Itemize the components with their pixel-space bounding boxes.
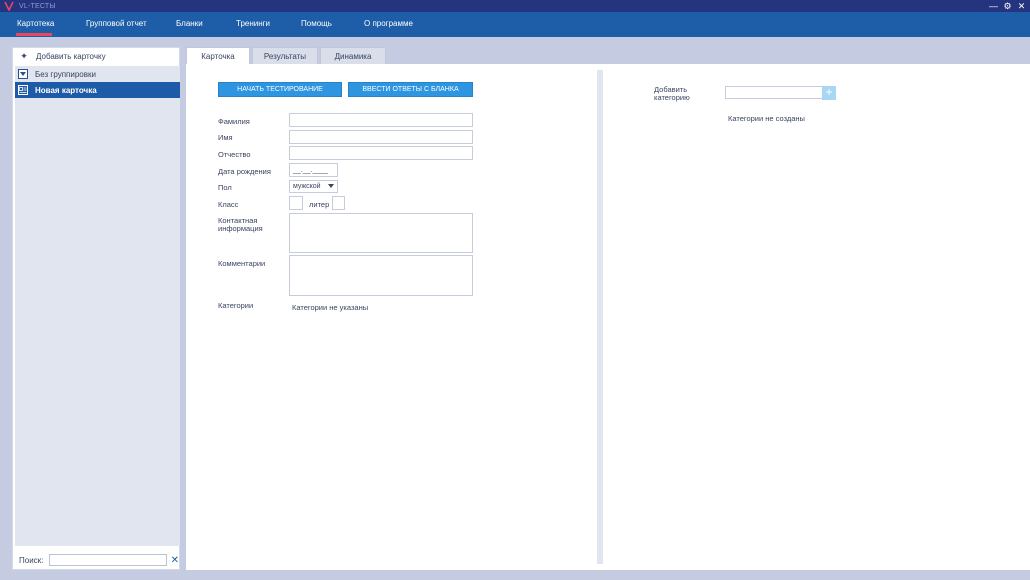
menu-item-about[interactable]: О программе xyxy=(364,19,413,28)
contact-info-textarea[interactable] xyxy=(289,213,473,253)
name-label: Имя xyxy=(218,133,233,142)
card-details-panel: НАЧАТЬ ТЕСТИРОВАНИЕ ВВЕСТИ ОТВЕТЫ С БЛАН… xyxy=(186,64,1030,570)
class-input[interactable] xyxy=(289,196,303,210)
settings-gear-icon[interactable]: ⚙ xyxy=(1003,1,1012,11)
search-input[interactable] xyxy=(49,554,167,566)
menu-item-group-report[interactable]: Групповой отчет xyxy=(86,19,147,28)
list-item-new-card[interactable]: Новая карточка xyxy=(15,82,180,98)
contact-label-line2: информация xyxy=(218,224,263,233)
tab-results[interactable]: Результаты xyxy=(252,47,318,64)
active-menu-indicator xyxy=(16,33,52,36)
menu-item-help[interactable]: Помощь xyxy=(301,19,332,28)
card-label: Новая карточка xyxy=(35,85,97,95)
panel-divider[interactable] xyxy=(597,70,603,564)
main-menu: Картотека Групповой отчет Бланки Тренинг… xyxy=(0,12,1030,37)
add-category-plus-icon[interactable]: + xyxy=(822,86,836,100)
gender-value: мужской xyxy=(293,183,321,190)
group-label: Без группировки xyxy=(35,69,96,79)
comments-textarea[interactable] xyxy=(289,255,473,296)
patronymic-label: Отчество xyxy=(218,150,251,159)
gender-label: Пол xyxy=(218,183,232,192)
menu-item-kartoteka[interactable]: Картотека xyxy=(17,19,54,28)
search-label: Поиск: xyxy=(19,555,44,565)
categories-value: Категории не указаны xyxy=(292,303,369,312)
enter-answers-button[interactable]: ВВЕСТИ ОТВЕТЫ С БЛАНКА xyxy=(348,82,473,97)
minimize-button[interactable]: — xyxy=(989,1,998,11)
close-button[interactable]: ✕ xyxy=(1017,1,1026,11)
app-title: VL-ТЕСТЫ xyxy=(19,2,56,10)
surname-input[interactable] xyxy=(289,113,473,127)
no-categories-text: Категории не созданы xyxy=(728,114,805,123)
card-list: Без группировки Новая карточка xyxy=(15,66,180,546)
add-card-label: Добавить карточку xyxy=(36,51,106,61)
birthdate-input[interactable]: __.__.____ xyxy=(289,163,338,177)
patronymic-input[interactable] xyxy=(289,146,473,160)
class-label: Класс xyxy=(218,200,239,209)
birthdate-label: Дата рождения xyxy=(218,167,271,176)
clear-search-icon[interactable]: ✕ xyxy=(171,555,179,566)
letter-label: литер xyxy=(309,200,330,209)
tab-card[interactable]: Карточка xyxy=(186,47,250,65)
name-input[interactable] xyxy=(289,130,473,144)
gender-select[interactable]: мужской xyxy=(289,180,338,193)
add-category-input[interactable] xyxy=(725,86,823,99)
id-card-icon xyxy=(18,85,28,95)
menu-item-trainings[interactable]: Тренинги xyxy=(236,19,270,28)
tab-dynamics[interactable]: Динамика xyxy=(320,47,386,64)
surname-label: Фамилия xyxy=(218,117,250,126)
chevron-down-icon xyxy=(328,184,334,188)
title-bar: VL-ТЕСТЫ — ⚙ ✕ xyxy=(0,0,1030,12)
menu-item-blanks[interactable]: Бланки xyxy=(176,19,203,28)
app-logo-icon xyxy=(4,1,14,11)
plus-icon: ✦ xyxy=(20,50,28,61)
search-area: Поиск: ✕ xyxy=(13,551,179,569)
group-row-no-grouping[interactable]: Без группировки xyxy=(15,66,180,82)
categories-label: Категории xyxy=(218,301,254,310)
add-card-button[interactable]: ✦ Добавить карточку xyxy=(13,48,179,64)
comments-label: Комментарии xyxy=(218,259,266,268)
cards-sidebar: ✦ Добавить карточку Без группировки Нова… xyxy=(12,47,180,570)
start-testing-button[interactable]: НАЧАТЬ ТЕСТИРОВАНИЕ xyxy=(218,82,342,97)
letter-input[interactable] xyxy=(332,196,345,210)
dropdown-toggle-icon[interactable] xyxy=(18,69,28,79)
add-category-label-line2: категорию xyxy=(654,93,690,102)
